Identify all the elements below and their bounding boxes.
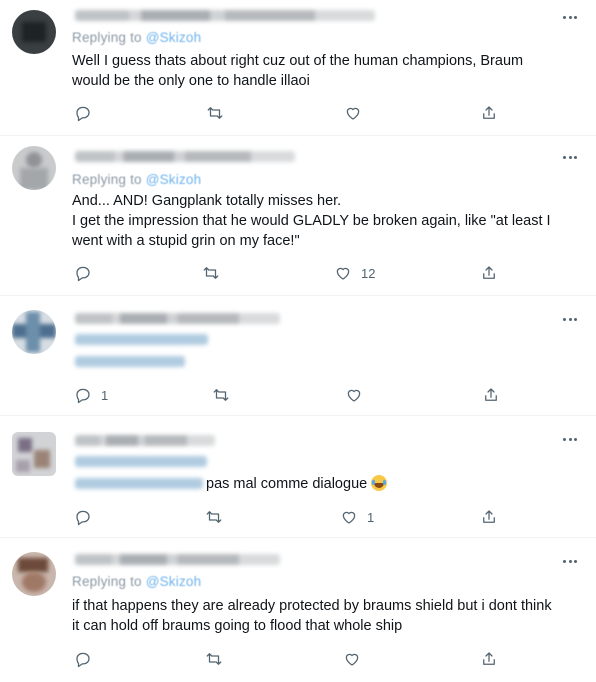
like-count: 12 [361, 265, 376, 281]
tweet-text-line: if that happens they are already protect… [72, 598, 552, 614]
retweet-button[interactable] [202, 263, 229, 283]
share-button[interactable] [480, 649, 498, 669]
replying-to: Replying to @Skizoh [72, 574, 202, 589]
share-button[interactable] [480, 263, 498, 283]
reply-icon [76, 652, 90, 668]
author-name-blurred[interactable] [75, 554, 280, 565]
more-options-button[interactable] [561, 552, 579, 570]
tweet-1[interactable]: Replying to @Skizoh Well I guess thats a… [0, 0, 596, 136]
tweet-text-line: would be the only one to handle illaoi [72, 73, 310, 89]
tweet-actions [72, 103, 522, 123]
reply-button[interactable] [74, 649, 101, 669]
like-icon [345, 653, 359, 666]
share-icon [483, 652, 495, 665]
reply-button[interactable] [74, 103, 101, 123]
like-button[interactable] [345, 385, 372, 405]
avatar[interactable] [12, 146, 56, 190]
retweet-icon [207, 107, 223, 119]
avatar[interactable] [12, 10, 56, 54]
tweet-text: Well I guess thats about right cuz out o… [72, 51, 572, 91]
reply-handle-link[interactable]: @Skizoh [146, 172, 202, 187]
like-button[interactable] [343, 649, 370, 669]
author-name-blurred[interactable] [75, 435, 215, 446]
retweet-icon [203, 267, 219, 279]
more-options-button[interactable] [561, 430, 579, 448]
reply-icon [76, 388, 90, 404]
tweet-actions: 1 [72, 507, 522, 527]
tweet-5[interactable]: Replying to @Skizoh if that happens they… [0, 538, 596, 682]
like-button[interactable]: 12 [334, 263, 375, 283]
grinning-sweat-emoji-icon [371, 475, 388, 491]
retweet-icon [213, 389, 229, 401]
like-icon [342, 511, 356, 524]
like-icon [346, 107, 360, 120]
like-icon [336, 267, 350, 280]
author-name-blurred[interactable] [75, 313, 280, 324]
reply-icon [76, 510, 90, 526]
tweet-text-blurred[interactable] [75, 356, 185, 367]
more-options-button[interactable] [561, 148, 579, 166]
tweet-text-line: pas mal comme dialogue [206, 476, 368, 492]
share-icon [483, 106, 495, 119]
share-button[interactable] [480, 507, 498, 527]
tweet-actions: 12 [72, 263, 522, 283]
retweet-button[interactable] [205, 649, 232, 669]
author-name-blurred[interactable] [75, 151, 295, 162]
like-button[interactable]: 1 [340, 507, 374, 527]
reply-button[interactable]: 1 [74, 385, 108, 405]
tweet-actions [72, 649, 522, 669]
tweet-2[interactable]: Replying to @Skizoh And... AND! Gangplan… [0, 136, 596, 296]
reply-handle-link[interactable]: @Skizoh [146, 574, 202, 589]
tweet-text: And... AND! Gangplank totally misses her… [72, 191, 572, 251]
like-icon [347, 389, 361, 402]
more-options-button[interactable] [561, 8, 579, 26]
tweet-text-line: Well I guess thats about right cuz out o… [72, 53, 524, 69]
like-count: 1 [367, 509, 375, 525]
share-button[interactable] [482, 385, 500, 405]
tweet-text: if that happens they are already protect… [72, 596, 572, 636]
share-icon [485, 388, 497, 401]
tweet-text-line: it can hold off braums going to flood th… [72, 618, 403, 634]
avatar[interactable] [12, 310, 56, 354]
retweet-button[interactable] [206, 103, 233, 123]
tweet-text-line: went with a stupid grin on my face!" [72, 233, 300, 249]
reply-count: 1 [101, 387, 109, 403]
replying-to: Replying to @Skizoh [72, 172, 202, 187]
share-icon [483, 266, 495, 279]
retweet-button[interactable] [212, 385, 239, 405]
share-button[interactable] [480, 103, 498, 123]
avatar[interactable] [12, 432, 56, 476]
like-button[interactable] [344, 103, 371, 123]
reply-button[interactable] [74, 507, 101, 527]
share-icon [483, 510, 495, 523]
replying-to-blurred[interactable] [75, 456, 207, 467]
mention-blurred[interactable] [75, 478, 203, 489]
retweet-icon [206, 653, 222, 665]
replying-to: Replying to @Skizoh [72, 30, 202, 45]
tweet-text-line: And... AND! Gangplank totally misses her… [72, 193, 342, 209]
retweet-button[interactable] [205, 507, 232, 527]
avatar[interactable] [12, 552, 56, 596]
author-name-blurred[interactable] [75, 10, 375, 21]
tweet-text: pas mal comme dialogue [206, 474, 506, 494]
tweet-4[interactable]: pas mal comme dialogue 1 [0, 416, 596, 538]
reply-icon [76, 106, 90, 122]
reply-handle-link[interactable]: @Skizoh [146, 30, 202, 45]
more-options-button[interactable] [561, 310, 579, 328]
tweet-3[interactable]: 1 [0, 296, 596, 416]
tweet-text-line: I get the impression that he would GLADL… [72, 213, 551, 229]
reply-icon [76, 266, 90, 282]
retweet-icon [206, 511, 222, 523]
tweet-actions: 1 [72, 385, 522, 405]
replying-to-blurred[interactable] [75, 334, 208, 345]
reply-button[interactable] [74, 263, 101, 283]
